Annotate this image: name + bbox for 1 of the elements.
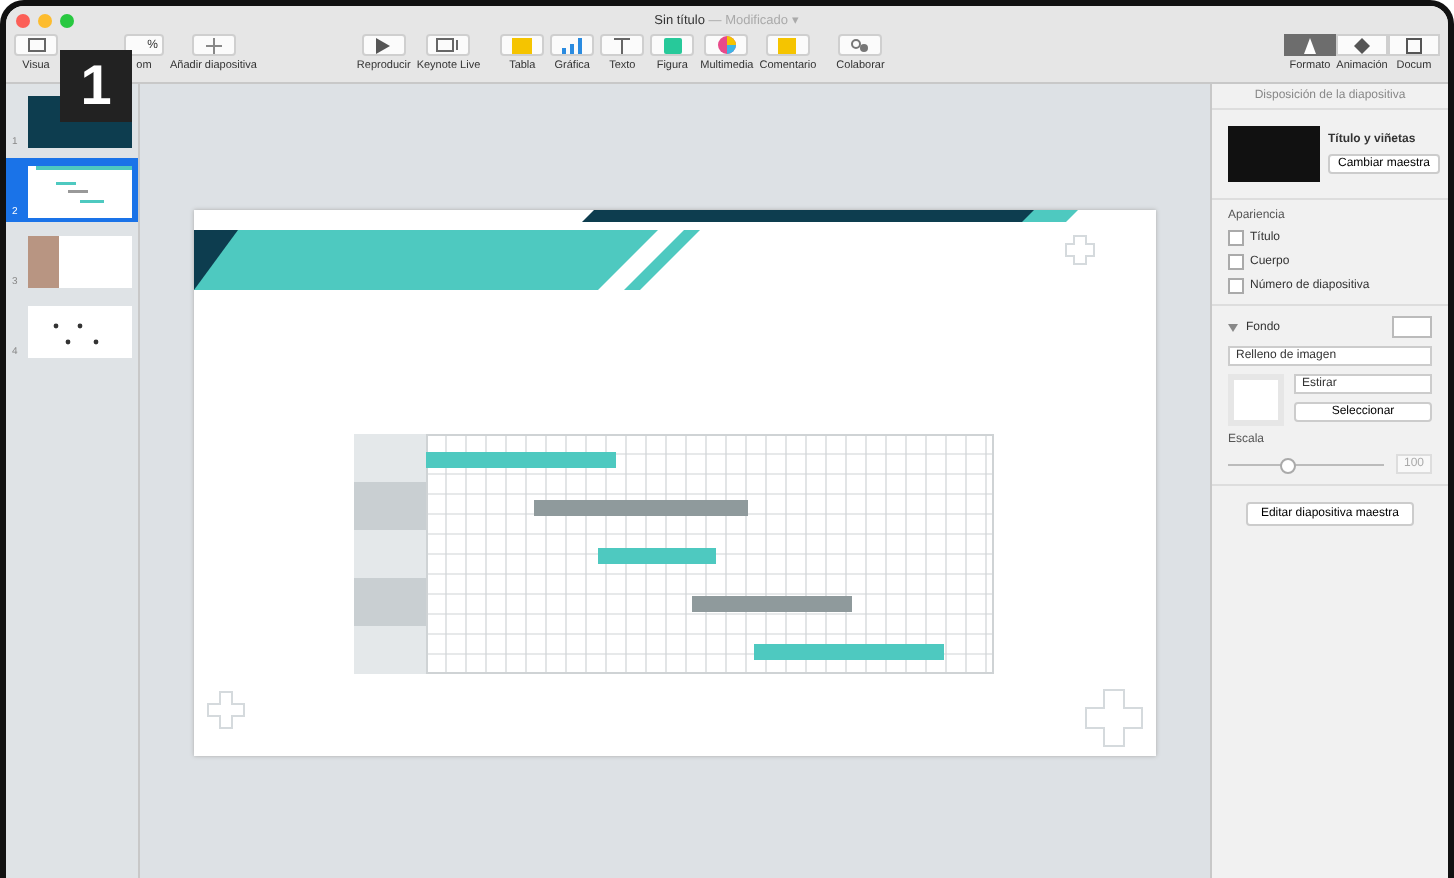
step-number-badge: 1 [60,50,132,122]
